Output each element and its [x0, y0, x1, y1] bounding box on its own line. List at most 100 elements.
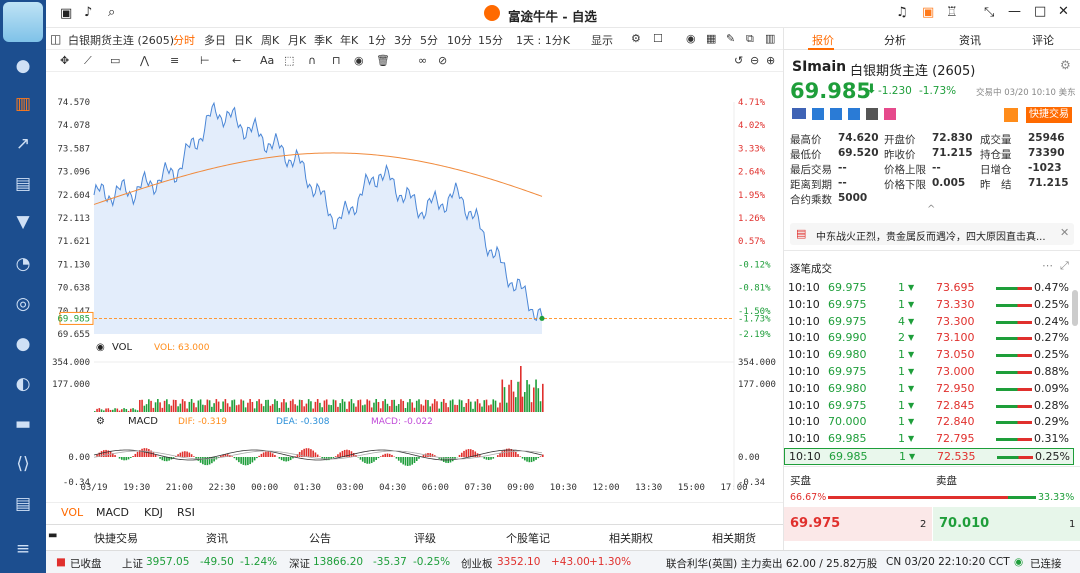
chart-svg[interactable]: 74.570 4.71% 74.078 4.02% 73.587 3.33% 73.096 2…	[46, 72, 783, 502]
indicator-tab-rsi[interactable]: RSI	[177, 506, 195, 519]
split-icon[interactable]: ▥	[765, 32, 775, 45]
hide-icon[interactable]: ⊘	[438, 54, 447, 67]
period-tab-5[interactable]: 季K	[314, 32, 332, 48]
tab-news[interactable]: 资讯	[959, 32, 981, 48]
period-tab-6[interactable]: 年K	[340, 32, 358, 48]
fund-flow[interactable]: 联合利华(英国) 主力卖出 62.00 / 25.82万股	[666, 556, 877, 571]
tab-analysis[interactable]: 分析	[884, 32, 906, 48]
fib-tool-icon[interactable]: ≡	[170, 54, 179, 67]
quick-trade-button[interactable]: 快捷交易	[1026, 107, 1072, 123]
display-select[interactable]: 显示	[591, 32, 613, 48]
eye-toggle-icon[interactable]: ◉	[96, 342, 105, 353]
news-close-icon[interactable]: ✕	[1060, 226, 1069, 239]
link-icon[interactable]: ∞	[418, 54, 427, 67]
tab-comments[interactable]: 评论	[1032, 32, 1054, 48]
link-rating[interactable]: 评级	[414, 530, 436, 546]
tag-tool-icon[interactable]: ⬚	[284, 54, 294, 67]
game-icon[interactable]: ▬	[0, 410, 46, 438]
magnet-icon[interactable]: ∩	[308, 54, 316, 67]
link-quick-trade[interactable]: 快捷交易	[94, 530, 138, 546]
collapse-icon[interactable]: ⤡	[984, 5, 994, 20]
bag-icon[interactable]: ▣	[922, 5, 934, 20]
caret-icon[interactable]: ▼	[908, 434, 914, 443]
panel-icon[interactable]: ◫	[50, 32, 61, 46]
minimize-icon[interactable]: —	[1008, 4, 1021, 19]
a-icon[interactable]	[812, 108, 824, 120]
app-logo[interactable]	[3, 2, 43, 42]
message-icon[interactable]: ●	[0, 330, 46, 358]
link-news[interactable]: 资讯	[206, 530, 228, 546]
eye-icon[interactable]: ◉	[354, 54, 364, 67]
chart-icon[interactable]: ▥	[0, 90, 46, 118]
tab-name[interactable]: 白银期货主连 (2605)	[68, 32, 174, 48]
more-icon[interactable]: ⋯	[1042, 259, 1053, 272]
period-tab-9[interactable]: 5分	[420, 32, 438, 48]
move-icon[interactable]: ✥	[60, 54, 69, 67]
maximize-icon[interactable]: □	[1034, 4, 1046, 19]
indicator-tab-kdj[interactable]: KDJ	[144, 506, 163, 519]
wave-tool-icon[interactable]: ⋀	[140, 54, 149, 67]
heart-icon[interactable]	[884, 108, 896, 120]
caret-icon[interactable]: ▼	[908, 367, 914, 376]
link-announcement[interactable]: 公告	[309, 530, 331, 546]
period-tab-11[interactable]: 15分	[478, 32, 503, 48]
zoom-in-icon[interactable]: ⊕	[766, 54, 775, 67]
expand-ticks-icon[interactable]: ⤢	[1060, 259, 1069, 273]
period-tab-7[interactable]: 1分	[368, 32, 386, 48]
rect-tool-icon[interactable]: ▭	[110, 54, 120, 67]
shirt-icon[interactable]: ♖	[946, 5, 958, 20]
undo-icon[interactable]: ↺	[734, 54, 743, 67]
link-futures[interactable]: 相关期货	[712, 530, 756, 546]
caret-icon[interactable]: ▼	[908, 333, 914, 342]
pie-icon[interactable]: ◔	[0, 250, 46, 278]
tag-icon[interactable]	[848, 108, 860, 120]
moon-icon[interactable]: ◐	[0, 370, 46, 398]
caret-icon[interactable]: ▼	[908, 283, 914, 292]
caret-icon[interactable]: ▼	[909, 452, 915, 461]
settings-icon[interactable]: ⚙	[1060, 58, 1071, 72]
menu-icon[interactable]: ≡	[0, 535, 46, 563]
arrow-tool-icon[interactable]: ←	[232, 54, 241, 67]
sh-label[interactable]: 上证	[122, 556, 143, 571]
sidebar-toggle-icon[interactable]: ▣	[60, 6, 72, 21]
expand-icon[interactable]: ^	[927, 204, 935, 215]
caret-icon[interactable]: ▼	[908, 401, 914, 410]
layout-icon[interactable]: ▦	[706, 32, 716, 45]
period-tab-3[interactable]: 周K	[261, 32, 279, 48]
caret-icon[interactable]: ▼	[908, 384, 914, 393]
ask-box[interactable]: 70.010 1	[933, 507, 1080, 541]
period-tab-0[interactable]: 分时	[173, 32, 195, 48]
bell-icon[interactable]: ♪	[84, 5, 92, 20]
line-tool-icon[interactable]: ⟋	[84, 54, 92, 68]
caret-icon[interactable]: ▼	[908, 417, 914, 426]
settings-icon[interactable]: ⚙	[631, 32, 641, 45]
list-icon[interactable]: ▤	[0, 490, 46, 518]
lock-icon[interactable]: ⊓	[332, 54, 341, 67]
bell-alert-icon[interactable]	[1004, 108, 1018, 122]
code-icon[interactable]: ⟨⟩	[0, 450, 46, 478]
price-chart[interactable]: 74.570 4.71% 74.078 4.02% 73.587 3.33% 73.096 2…	[46, 72, 783, 502]
account-icon[interactable]: ●	[0, 52, 46, 80]
bid-box[interactable]: 69.975 2	[784, 507, 932, 541]
person-icon[interactable]	[830, 108, 842, 120]
text-tool-icon[interactable]: Aa	[260, 54, 274, 67]
link-options[interactable]: 相关期权	[609, 530, 653, 546]
sz-label[interactable]: 深证	[289, 556, 310, 571]
measure-tool-icon[interactable]: ⊢	[200, 54, 210, 67]
period-tab-8[interactable]: 3分	[394, 32, 412, 48]
pen-icon[interactable]: ✎	[726, 32, 735, 45]
period-tab-10[interactable]: 10分	[447, 32, 472, 48]
report-icon[interactable]: ▤	[0, 170, 46, 198]
search-icon[interactable]: ⌕	[108, 5, 115, 20]
indicator-tab-vol[interactable]: VOL	[61, 506, 83, 519]
period-tab-1[interactable]: 多日	[204, 32, 226, 48]
trend-icon[interactable]: ↗	[0, 130, 46, 158]
macd-settings-icon[interactable]: ⚙	[96, 416, 105, 427]
checkbox-icon[interactable]: ☐	[653, 32, 663, 45]
zoom-out-icon[interactable]: ⊖	[750, 54, 759, 67]
caret-icon[interactable]: ▼	[908, 300, 914, 309]
filter-icon[interactable]: ▼	[0, 208, 46, 236]
period-tab-4[interactable]: 月K	[288, 32, 306, 48]
indicator-tab-macd[interactable]: MACD	[96, 506, 129, 519]
discover-icon[interactable]: ◎	[0, 290, 46, 318]
